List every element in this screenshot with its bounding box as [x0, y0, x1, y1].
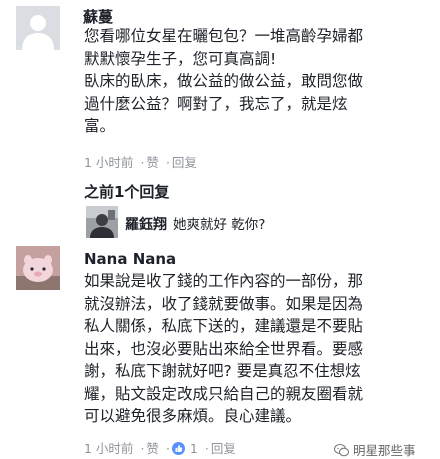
- comment-line: 就沒辦法，收了錢就要做事。如果是因為: [84, 294, 364, 313]
- previous-replies-link[interactable]: 之前1个回复: [84, 181, 169, 202]
- reply-text: 她爽就好 乾你?: [173, 217, 266, 233]
- comment-line: 耀，貼文設定改成只給自己的親友圈看就: [84, 384, 364, 403]
- like-button[interactable]: 赞: [146, 441, 159, 456]
- avatar-default[interactable]: [16, 6, 60, 50]
- comment-line: 可以避免很多麻煩。良心建議。: [84, 407, 302, 425]
- timestamp: 1 小时前: [84, 155, 134, 170]
- comment-author[interactable]: 蘇蔓: [83, 6, 113, 27]
- reply-content: 羅鈺翔 她爽就好 乾你?: [125, 213, 265, 234]
- comment-line: 臥床的臥床，做公益的做公益，敢問您做: [84, 72, 364, 90]
- watermark-text: 明星那些事: [352, 443, 416, 458]
- comment-line: 出來，也沒必要貼出來給全世界看。要感: [84, 339, 364, 358]
- avatar-reply[interactable]: [86, 206, 118, 238]
- wechat-icon: [334, 444, 349, 457]
- pink-pig-avatar-icon: [16, 246, 60, 290]
- comment-author[interactable]: Nana Nana: [84, 250, 176, 268]
- avatar-nana[interactable]: [16, 246, 60, 290]
- reply-button[interactable]: 回复: [211, 441, 236, 456]
- reply-button[interactable]: 回复: [172, 155, 197, 170]
- comment-meta: 1 小时前 · 赞 · 回复: [84, 155, 197, 170]
- comment-line: 私人關係，私底下送的，建議還是不要貼: [84, 317, 364, 335]
- default-profile-icon: [16, 6, 60, 50]
- profile-photo-icon: [86, 206, 118, 238]
- watermark: 明星那些事: [334, 440, 416, 459]
- thumbs-up-icon: [171, 442, 185, 455]
- like-count: 1: [189, 441, 198, 456]
- comment-line: 您看哪位女星在曬包包？一堆高齡孕婦都: [84, 27, 364, 45]
- comment-line: 謝，私底下謝就好吧? 要是真忍不住想炫: [84, 362, 361, 380]
- comment-line: 默默懷孕生子，您可真高調!: [84, 49, 277, 68]
- timestamp: 1 小时前: [84, 441, 134, 456]
- reply-author[interactable]: 羅鈺翔: [125, 217, 167, 233]
- comment-text: 您看哪位女星在曬包包？一堆高齡孕婦都 默默懷孕生子，您可真高調! 臥床的臥床，做…: [84, 25, 363, 138]
- comment-line: 過什麼公益？啊對了，我忘了，就是炫: [84, 94, 348, 113]
- comment-line: 如果說是收了錢的工作內容的一部份，那: [84, 272, 364, 290]
- comment-line: 富。: [84, 117, 116, 135]
- like-count-badge: [171, 442, 185, 458]
- comment-text: 如果說是收了錢的工作內容的一部份，那 就沒辦法，收了錢就要做事。如果是因為 私人…: [84, 270, 363, 428]
- like-button[interactable]: 赞: [146, 155, 159, 170]
- comment-meta: 1 小时前 · 赞 · 1 · 回复: [84, 441, 236, 458]
